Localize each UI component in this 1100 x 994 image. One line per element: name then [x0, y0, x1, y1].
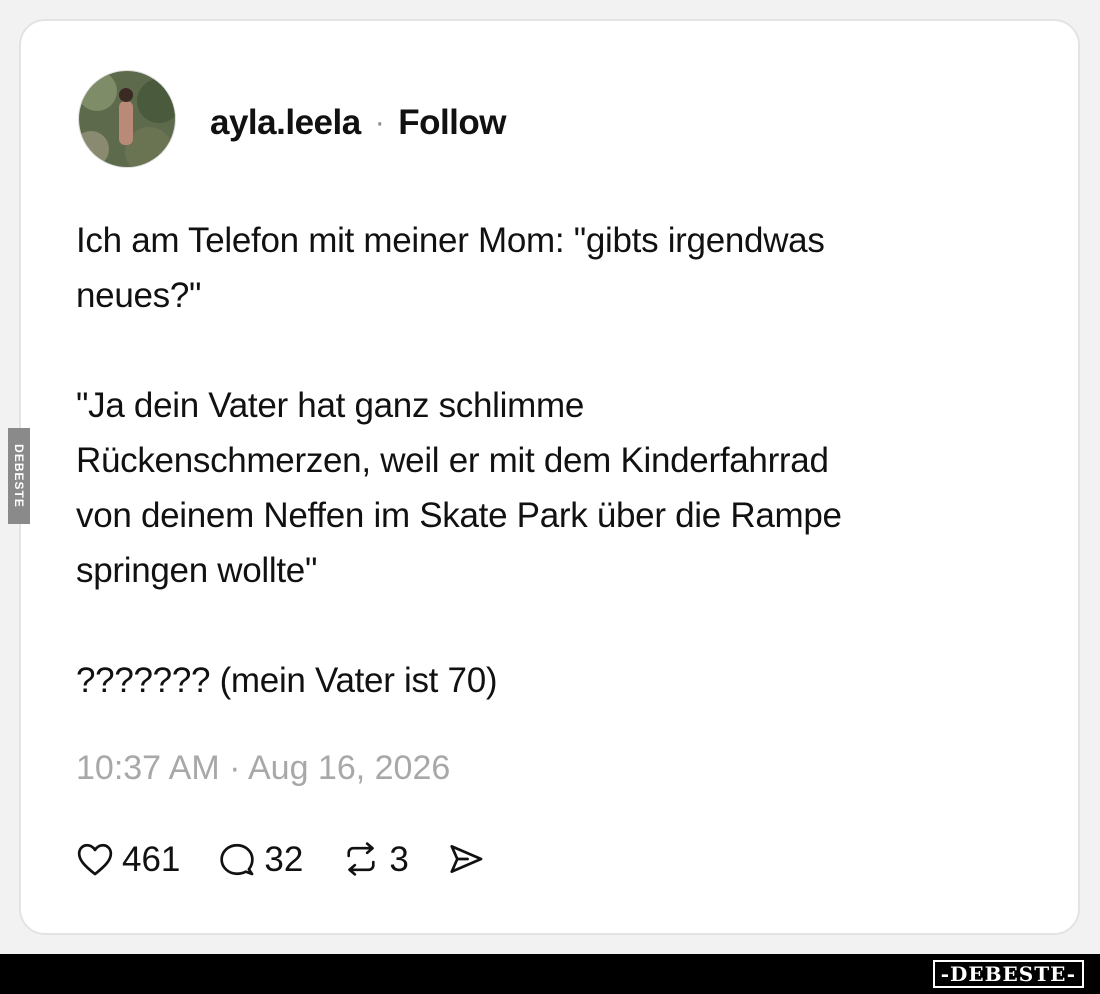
side-watermark: DEBESTE — [8, 428, 30, 524]
heart-icon — [77, 843, 113, 876]
like-button[interactable]: 461 — [76, 841, 180, 877]
action-bar: 461 32 3 — [76, 836, 531, 882]
like-count: 461 — [122, 839, 181, 879]
share-button[interactable] — [447, 841, 493, 877]
repost-count: 3 — [389, 839, 409, 879]
speech-bubble-icon — [220, 843, 255, 876]
send-icon — [450, 844, 483, 874]
repost-arrows-icon — [347, 842, 375, 876]
avatar-image — [79, 71, 175, 167]
follow-button[interactable]: Follow — [398, 103, 506, 143]
post-header: ayla.leela · Follow — [210, 101, 507, 145]
post-timestamp[interactable]: 10:37 AM · Aug 16, 2026 — [76, 749, 450, 788]
post-card: ayla.leela · Follow Ich am Telefon mit m… — [19, 19, 1080, 935]
side-watermark-label: DEBESTE — [12, 444, 26, 508]
username[interactable]: ayla.leela — [210, 103, 361, 143]
reply-button[interactable]: 32 — [218, 841, 303, 877]
avatar[interactable] — [78, 70, 176, 168]
reply-count: 32 — [264, 839, 304, 879]
post-text: Ich am Telefon mit meiner Mom: "gibts ir… — [76, 221, 842, 700]
repost-button[interactable]: 3 — [341, 839, 409, 879]
brand-logo: -DEBESTE- — [932, 960, 1084, 988]
bottom-watermark-bar: -DEBESTE- — [0, 954, 1100, 994]
header-separator: · — [374, 106, 385, 139]
